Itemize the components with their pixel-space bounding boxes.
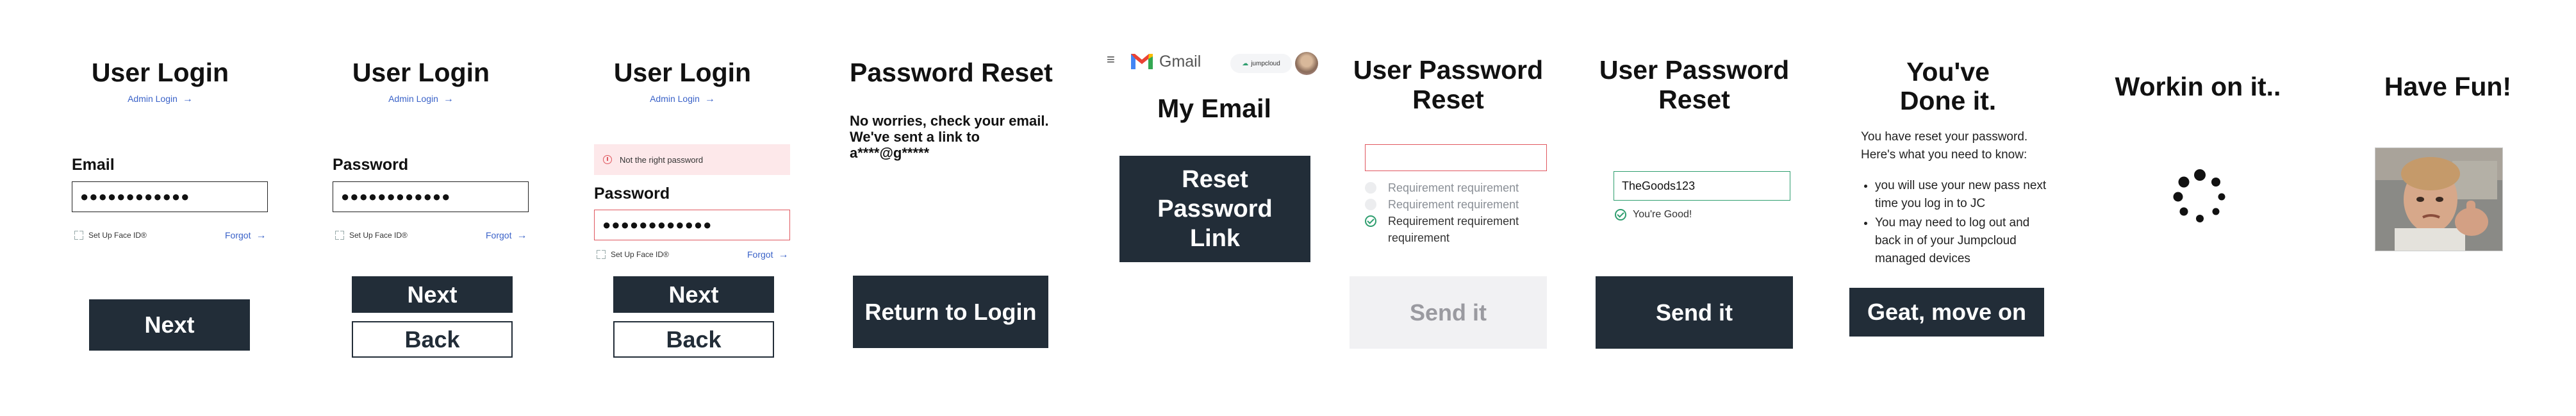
kid-thumbs-up-image: [2375, 148, 2502, 251]
next-button[interactable]: Next: [352, 276, 513, 313]
done-intro: You have reset your password. Here's wha…: [1861, 130, 2028, 162]
faceid-label: Set Up Face ID®: [88, 231, 147, 240]
pending-icon: [1365, 182, 1376, 194]
screen-email: ≡ Gmail ☁ jumpcloud My Email Reset Passwo…: [1099, 0, 1330, 416]
gmail-logo-icon: [1130, 51, 1154, 71]
admin-login-link[interactable]: Admin Login →: [312, 94, 530, 105]
return-to-login-button[interactable]: Return to Login: [853, 276, 1048, 348]
faceid-icon: [597, 250, 606, 259]
admin-login-label: Admin Login: [650, 94, 700, 104]
setup-faceid[interactable]: Set Up Face ID®: [74, 231, 147, 240]
page-title: User Login: [613, 58, 752, 87]
menu-icon[interactable]: ≡: [1107, 51, 1115, 68]
forgot-link[interactable]: Forgot →: [486, 230, 527, 242]
forgot-link[interactable]: Forgot →: [225, 230, 266, 242]
new-password-field[interactable]: [1365, 144, 1547, 171]
jumpcloud-badge: ☁ jumpcloud: [1230, 54, 1292, 73]
screen-loading: Workin on it..: [2089, 0, 2307, 416]
pending-icon: [1365, 199, 1376, 210]
page-title: My Email: [1157, 94, 1271, 123]
cloud-icon: ☁: [1242, 60, 1249, 67]
forgot-label: Forgot: [225, 230, 251, 240]
screen-login-password: User Login Admin Login → Password ●●●●●●●…: [312, 0, 530, 416]
requirement-text: Requirement requirement requirement: [1388, 215, 1519, 244]
ok-text: You're Good!: [1633, 209, 1692, 220]
password-field[interactable]: ●●●●●●●●●●●●: [594, 210, 790, 240]
forgot-label: Forgot: [747, 249, 773, 260]
next-button[interactable]: Next: [613, 276, 774, 313]
setup-faceid[interactable]: Set Up Face ID®: [335, 231, 408, 240]
email-label: Email: [72, 156, 115, 174]
arrow-right-icon: →: [704, 94, 715, 104]
faceid-label: Set Up Face ID®: [349, 231, 408, 240]
back-button[interactable]: Back: [352, 321, 513, 358]
email-field[interactable]: ●●●●●●●●●●●●: [72, 181, 268, 212]
new-password-field[interactable]: TheGoods123: [1614, 171, 1790, 201]
arrow-right-icon: →: [516, 230, 527, 241]
screen-login-error: User Login Admin Login → Not the right pa…: [574, 0, 791, 416]
password-label: Password: [594, 185, 670, 203]
page-title: User Password Reset: [1599, 55, 1790, 114]
forgot-link[interactable]: Forgot →: [747, 249, 788, 261]
admin-login-label: Admin Login: [128, 94, 178, 104]
faceid-icon: [335, 231, 344, 240]
setup-faceid[interactable]: Set Up Face ID®: [597, 250, 669, 259]
admin-login-label: Admin Login: [388, 94, 438, 104]
screen-have-fun: Have Fun!: [2339, 0, 2557, 416]
screen-login-email: User Login Admin Login → Email ●●●●●●●●●●…: [51, 0, 269, 416]
faceid-label: Set Up Face ID®: [611, 250, 669, 259]
gmail-wordmark: Gmail: [1159, 53, 1201, 71]
error-message: Not the right password: [620, 154, 704, 165]
send-it-button[interactable]: Send it: [1350, 276, 1547, 349]
back-button[interactable]: Back: [613, 321, 774, 358]
page-title: Password Reset: [850, 58, 1053, 87]
faceid-icon: [74, 231, 83, 240]
requirement-text: Requirement requirement: [1388, 198, 1519, 211]
list-item: you will use your new pass next time you…: [1875, 177, 2048, 213]
arrow-right-icon: →: [182, 94, 193, 104]
check-circle-icon: [1365, 215, 1376, 227]
check-circle-icon: [1615, 209, 1626, 220]
screen-reset-ok: User Password Reset TheGoods123 You're G…: [1585, 0, 1803, 416]
forgot-label: Forgot: [486, 230, 512, 240]
avatar[interactable]: [1295, 52, 1318, 75]
password-label: Password: [333, 156, 409, 174]
page-title: User Login: [91, 58, 229, 87]
reset-password-link-button[interactable]: Reset Password Link: [1119, 156, 1310, 262]
requirement-item: Requirement requirement requirement: [1365, 213, 1532, 246]
loading-spinner-icon: [2173, 169, 2225, 222]
admin-login-link[interactable]: Admin Login →: [51, 94, 269, 105]
reset-sent-message: No worries, check your email. We've sent…: [850, 113, 1049, 161]
requirement-text: Requirement requirement: [1388, 181, 1519, 194]
page-title: Workin on it..: [2115, 72, 2281, 101]
screen-done: You've Done it. You have reset your pass…: [1845, 0, 2051, 416]
move-on-button[interactable]: Geat, move on: [1849, 288, 2044, 337]
info-list: you will use your new pass next time you…: [1862, 177, 2048, 269]
send-it-button[interactable]: Send it: [1596, 276, 1793, 349]
screen-reset-form: User Password Reset Requirement requirem…: [1339, 0, 1557, 416]
alert-icon: [603, 155, 612, 164]
requirement-item: Requirement requirement: [1365, 179, 1519, 196]
celebration-image: [2375, 147, 2503, 251]
arrow-right-icon: →: [778, 249, 789, 260]
error-alert: Not the right password: [594, 144, 790, 175]
page-title: User Login: [352, 58, 490, 87]
password-ok-message: You're Good!: [1615, 206, 1692, 223]
screen-reset-sent: Password Reset No worries, check your em…: [839, 0, 1057, 416]
admin-login-link[interactable]: Admin Login →: [574, 94, 791, 105]
list-item: You may need to log out and back in of y…: [1875, 214, 2048, 268]
requirement-item: Requirement requirement: [1365, 196, 1519, 213]
next-button[interactable]: Next: [89, 299, 250, 351]
arrow-right-icon: →: [256, 230, 267, 241]
page-title: You've Done it.: [1899, 57, 1997, 115]
page-title: User Password Reset: [1353, 55, 1544, 114]
arrow-right-icon: →: [443, 94, 454, 104]
page-title: Have Fun!: [2384, 72, 2512, 101]
password-field[interactable]: ●●●●●●●●●●●●: [333, 181, 529, 212]
jumpcloud-label: jumpcloud: [1251, 60, 1280, 67]
